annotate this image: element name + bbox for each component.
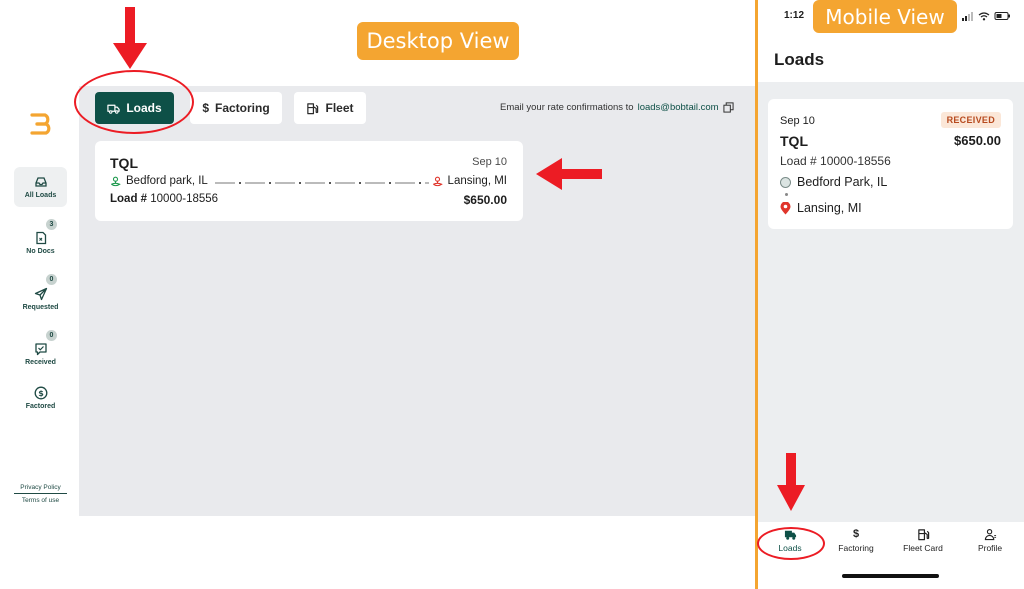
route-dot xyxy=(785,193,788,196)
privacy-policy-link[interactable]: Privacy Policy xyxy=(14,484,67,491)
dollar-circle-icon: $ xyxy=(34,386,47,400)
mobile-load-amount: $650.00 xyxy=(954,133,1001,148)
destination-text: Lansing, MI xyxy=(447,175,507,187)
mobile-page-title: Loads xyxy=(774,50,825,69)
mobile-view-label: Mobile View xyxy=(813,0,957,33)
mobile-loads-tab-highlight-circle xyxy=(757,527,825,560)
desktop-view-label: Desktop View xyxy=(357,22,519,60)
tab-label: Fleet Card xyxy=(903,543,943,553)
sidebar-item-label: Factored xyxy=(25,403,56,410)
mobile-load-company: TQL xyxy=(780,133,808,149)
mobile-tab-profile[interactable]: Profile xyxy=(957,528,1023,553)
load-company: TQL xyxy=(110,155,138,171)
load-origin: Bedford park, IL xyxy=(110,175,208,187)
terms-of-use-link[interactable]: Terms of use xyxy=(14,497,67,504)
origin-pin-icon xyxy=(111,176,121,186)
tab-label: Fleet xyxy=(325,101,354,115)
destination-pin-icon xyxy=(432,176,443,186)
dollar-icon: $ xyxy=(852,528,860,540)
sidebar-item-label: Received xyxy=(25,359,56,366)
mobile-tab-factoring[interactable]: $ Factoring xyxy=(823,528,889,553)
sidebar-item-received[interactable]: Received xyxy=(14,342,67,366)
route-line xyxy=(215,182,429,184)
sidebar-item-label: No Docs xyxy=(26,248,55,255)
email-link[interactable]: loads@bobtail.com xyxy=(638,102,719,113)
load-number: Load # 10000-18556 xyxy=(110,193,218,205)
load-date: Sep 10 xyxy=(472,156,507,168)
status-bar-icons xyxy=(962,12,1010,21)
fuel-icon xyxy=(307,102,319,114)
left-arrow-annotation-icon xyxy=(536,158,602,190)
tab-label: Factoring xyxy=(215,101,270,115)
home-indicator xyxy=(842,574,939,578)
mobile-tab-fleet-card[interactable]: Fleet Card xyxy=(890,528,956,553)
message-check-icon xyxy=(34,343,47,356)
sidebar-item-factored[interactable]: $ Factored xyxy=(14,386,67,410)
mobile-load-destination: Lansing, MI xyxy=(780,201,862,215)
sidebar-item-requested[interactable]: Requested xyxy=(14,287,67,311)
destination-text: Lansing, MI xyxy=(797,201,862,215)
send-icon xyxy=(34,287,47,301)
location-pin-icon xyxy=(780,201,791,214)
origin-circle-icon xyxy=(780,176,791,188)
requested-badge: 0 xyxy=(46,274,57,285)
tab-label: Profile xyxy=(977,543,1003,553)
email-instructions: Email your rate confirmations to loads@b… xyxy=(500,102,734,113)
sidebar-divider xyxy=(14,493,67,494)
profile-icon xyxy=(984,529,996,541)
load-destination: Lansing, MI xyxy=(432,175,507,187)
received-badge: 0 xyxy=(46,330,57,341)
load-number-value: 10000-18556 xyxy=(150,193,219,205)
tab-fleet[interactable]: Fleet xyxy=(294,92,366,124)
tab-factoring[interactable]: $ Factoring xyxy=(190,92,282,124)
mobile-load-origin: Bedford Park, IL xyxy=(780,175,887,189)
document-icon xyxy=(35,231,46,245)
sidebar-item-no-docs[interactable]: No Docs xyxy=(14,231,67,255)
sidebar-item-label: Requested xyxy=(22,304,59,311)
email-prefix-text: Email your rate confirmations to xyxy=(500,102,634,113)
sidebar-item-all-loads[interactable]: All Loads xyxy=(14,167,67,207)
origin-text: Bedford Park, IL xyxy=(797,175,888,189)
no-docs-badge: 3 xyxy=(46,219,57,230)
origin-text: Bedford park, IL xyxy=(126,175,208,187)
mobile-load-date: Sep 10 xyxy=(780,115,815,127)
load-number-label: Load # xyxy=(110,193,148,205)
sidebar-item-label: All Loads xyxy=(24,192,57,199)
bobtail-logo-icon xyxy=(30,113,51,135)
tab-label: Factoring xyxy=(838,543,874,553)
down-arrow-annotation-icon xyxy=(113,7,147,69)
fuel-icon xyxy=(917,529,929,541)
load-card[interactable]: TQL Sep 10 Bedford park, IL Lansing, MI … xyxy=(95,141,523,221)
status-bar-time: 1:12 xyxy=(784,10,805,21)
mobile-load-card[interactable]: Sep 10 RECEIVED TQL $650.00 Load # 10000… xyxy=(768,99,1013,229)
copy-icon[interactable] xyxy=(722,102,734,113)
svg-text:$: $ xyxy=(38,389,44,398)
inbox-icon xyxy=(34,177,47,187)
loads-tab-highlight-circle xyxy=(74,70,194,134)
dollar-icon: $ xyxy=(202,101,209,115)
status-badge: RECEIVED xyxy=(940,112,1001,128)
load-amount: $650.00 xyxy=(463,193,507,207)
mobile-load-number: Load # 10000-18556 xyxy=(780,154,891,168)
mobile-down-arrow-annotation-icon xyxy=(777,453,805,511)
